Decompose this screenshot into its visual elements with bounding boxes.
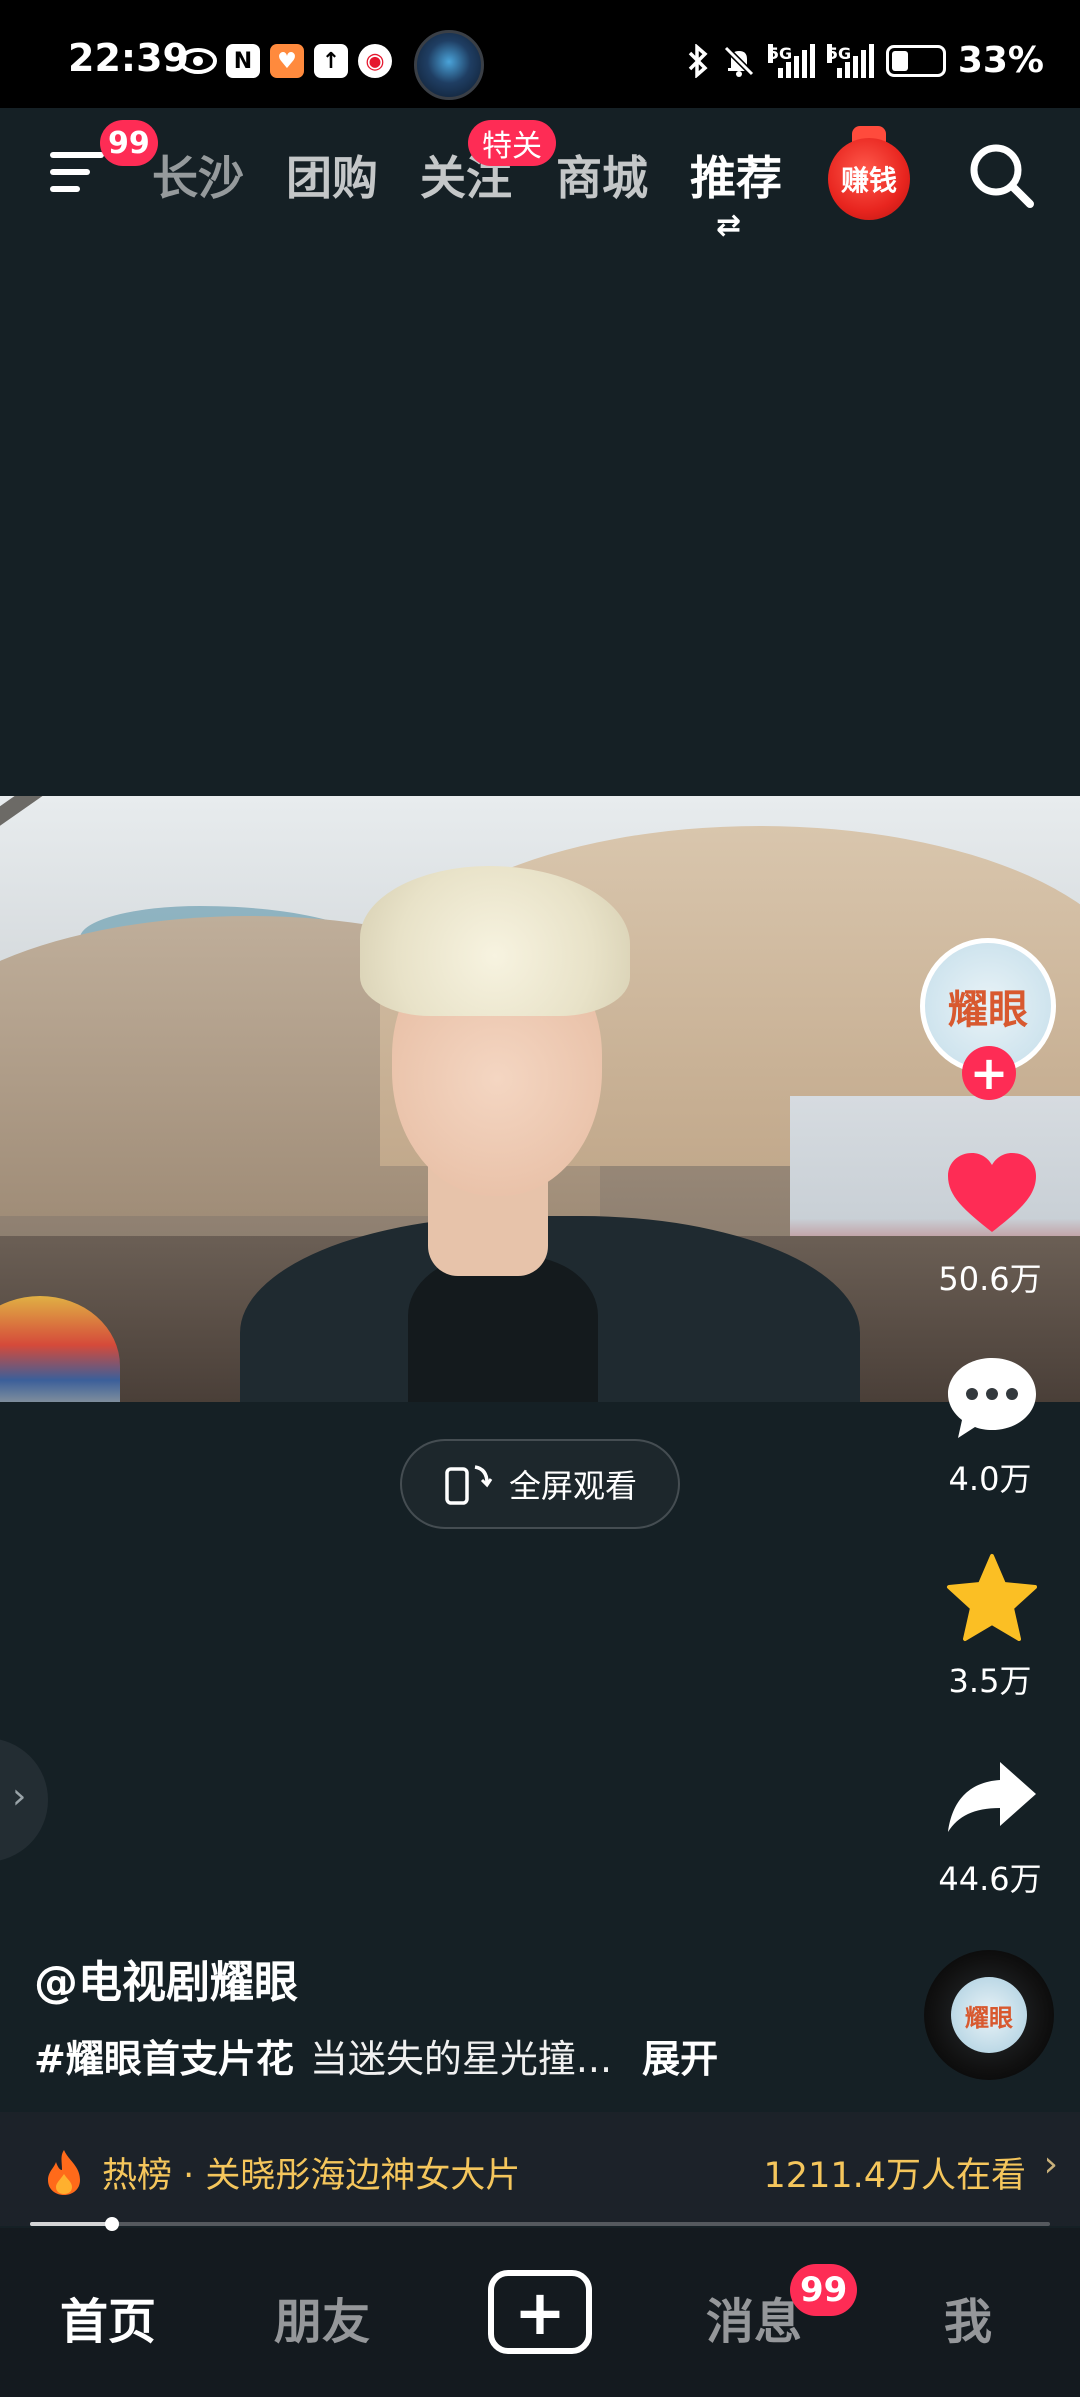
- video-progress-track[interactable]: [30, 2222, 1050, 2226]
- hot-board-text[interactable]: 热榜 · 关晓彤海边神女大片: [102, 2147, 520, 2198]
- video-person-hair: [360, 866, 630, 1016]
- star-icon[interactable]: [944, 1552, 1040, 1648]
- author-avatar-logo: 耀眼: [948, 986, 1028, 1033]
- comment-icon[interactable]: [944, 1354, 1040, 1448]
- nfc-icon: N: [226, 44, 260, 78]
- share-icon[interactable]: [944, 1756, 1040, 1840]
- shop-app-icon: ♥: [270, 44, 304, 78]
- tab-mall[interactable]: 商城: [556, 142, 648, 208]
- nav-friends[interactable]: 朋友: [274, 2282, 370, 2352]
- chevron-right-icon: ›: [12, 1776, 27, 1817]
- rotate-screen-icon: [445, 1465, 493, 1505]
- nav-messages[interactable]: 消息: [706, 2282, 802, 2352]
- app-avatar-icon: [414, 30, 484, 100]
- tab-changsha[interactable]: 长沙: [152, 142, 244, 208]
- nav-home[interactable]: 首页: [60, 2282, 156, 2352]
- signal-icon: 5G: [767, 43, 815, 78]
- caption-hashtag[interactable]: #耀眼首支片花: [34, 2028, 294, 2083]
- music-disc[interactable]: 耀眼: [924, 1950, 1054, 2080]
- like-count: 50.6万: [938, 1260, 1042, 1298]
- search-icon[interactable]: [966, 140, 1036, 214]
- weibo-icon: ◉: [358, 44, 392, 78]
- favorite-count: 3.5万: [948, 1662, 1032, 1700]
- eye-icon: [178, 46, 218, 80]
- flame-icon: [42, 2148, 86, 2200]
- video-person-shirt: [408, 1256, 598, 1402]
- switch-feed-icon[interactable]: ⇄: [716, 208, 741, 243]
- fullscreen-button[interactable]: 全屏观看: [400, 1439, 680, 1529]
- tab-group-buy[interactable]: 团购: [286, 142, 378, 208]
- create-post-button[interactable]: +: [488, 2270, 592, 2354]
- battery-fill: [891, 50, 908, 71]
- caption-text: 当迷失的星光撞...: [309, 2037, 613, 2081]
- signal-icon-2: 5G: [826, 43, 874, 78]
- fullscreen-label: 全屏观看: [508, 1467, 637, 1505]
- nav-me[interactable]: 我: [944, 2282, 992, 2352]
- follow-plus-button[interactable]: +: [962, 1046, 1016, 1100]
- status-time: 22:39: [68, 36, 189, 80]
- tab-recommend[interactable]: 推荐: [690, 142, 782, 208]
- chevron-right-icon[interactable]: ›: [1044, 2144, 1058, 2185]
- silent-icon: [723, 45, 754, 77]
- bluetooth-icon: [688, 43, 708, 78]
- share-count: 44.6万: [938, 1860, 1042, 1898]
- network-label-1: 5G: [767, 43, 793, 63]
- video-progress-knob[interactable]: [105, 2217, 119, 2231]
- battery-percent: 33%: [957, 40, 1044, 81]
- menu-badge: 99: [100, 120, 158, 166]
- caption-expand-button[interactable]: 展开: [642, 2028, 718, 2083]
- upload-icon: ↑: [314, 44, 348, 78]
- status-right-cluster: 5G 5G 33%: [686, 40, 1044, 81]
- network-label-2: 5G: [826, 43, 852, 63]
- video-progress-fill: [30, 2222, 112, 2226]
- messages-badge: 99: [790, 2264, 858, 2316]
- special-follow-badge: 特关: [468, 120, 556, 166]
- music-disc-cover: 耀眼: [951, 1977, 1027, 2053]
- hot-board-viewers: 1211.4万人在看: [763, 2156, 1026, 2196]
- heart-icon[interactable]: [944, 1150, 1040, 1240]
- menu-icon[interactable]: [50, 150, 104, 194]
- video-caption: #耀眼首支片花 当迷失的星光撞... 展开: [34, 2028, 718, 2083]
- earn-money-button[interactable]: 赚钱: [828, 138, 910, 220]
- video-player[interactable]: [0, 796, 1080, 1402]
- comment-count: 4.0万: [948, 1460, 1032, 1498]
- author-name[interactable]: @电视剧耀眼: [34, 1946, 298, 2010]
- battery-icon: [885, 44, 946, 77]
